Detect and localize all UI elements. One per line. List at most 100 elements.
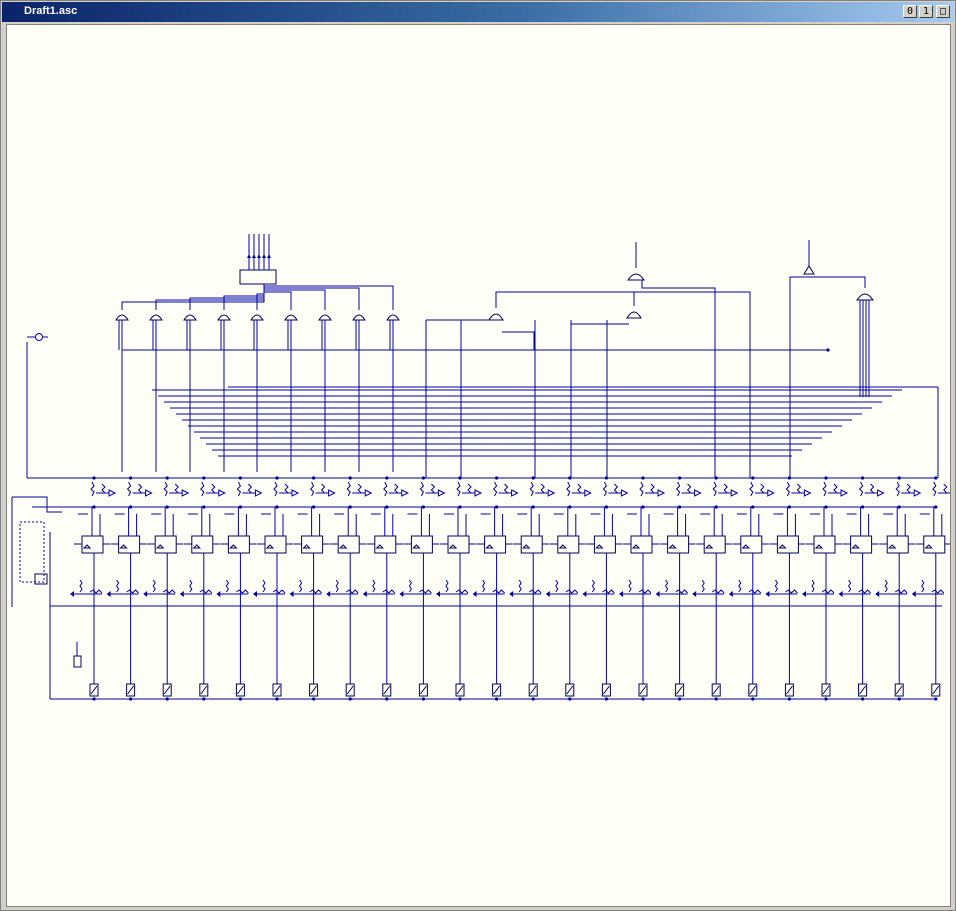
junction-dot <box>202 476 206 480</box>
junction-dot <box>165 505 169 509</box>
resistor <box>785 481 791 497</box>
resistor <box>372 579 376 593</box>
resistor <box>650 483 655 494</box>
resistor <box>236 589 249 594</box>
arrow-icon <box>70 591 74 597</box>
buffer-icon <box>657 489 666 497</box>
resistor <box>701 579 705 593</box>
arrow-icon <box>728 591 733 597</box>
junction-dot <box>165 476 169 480</box>
resistor <box>602 481 608 497</box>
resistor <box>555 579 559 593</box>
resistor <box>503 483 509 494</box>
resistor <box>262 579 266 593</box>
buffer-icon <box>694 489 702 497</box>
resistor <box>320 483 326 494</box>
clock-icon <box>887 544 897 549</box>
resistor <box>664 579 669 593</box>
arrow-icon <box>838 591 843 597</box>
resistor <box>430 483 436 494</box>
arrow-icon <box>362 591 367 597</box>
junction-dot <box>92 505 96 509</box>
flip-flop <box>191 535 214 554</box>
arrow-icon <box>472 591 477 597</box>
stage-3 <box>143 481 190 697</box>
resistor <box>346 481 351 497</box>
resistor <box>211 483 216 494</box>
maximize-button[interactable]: □ <box>936 5 950 18</box>
wire <box>121 284 265 310</box>
resistor <box>686 483 692 494</box>
schematic-canvas[interactable] <box>6 24 951 907</box>
junction-dot <box>934 505 938 509</box>
stage-15 <box>582 481 629 697</box>
flip-flop <box>227 535 250 554</box>
resistor <box>115 579 120 593</box>
resistor <box>932 481 937 497</box>
junction-dot <box>421 697 425 701</box>
stage-20 <box>765 481 812 697</box>
buffer-icon <box>767 489 775 497</box>
wire <box>127 685 134 695</box>
buffer-icon <box>620 489 629 497</box>
wire <box>789 276 866 478</box>
flip-flop <box>484 535 507 554</box>
schematic-drawing[interactable] <box>7 25 951 907</box>
resistor <box>455 589 469 594</box>
junction-dot <box>787 697 792 701</box>
resistor <box>236 481 242 497</box>
resistor <box>565 589 579 594</box>
wire <box>641 280 716 478</box>
buffer-icon <box>584 489 592 497</box>
junction-dot <box>826 348 830 352</box>
wire <box>529 685 537 695</box>
junction-dot <box>312 697 316 701</box>
clock-icon <box>595 544 604 549</box>
minimize-button[interactable]: 0 <box>903 5 917 18</box>
resistor <box>518 579 522 593</box>
junction-dot <box>568 697 572 701</box>
wire <box>200 685 208 695</box>
stage-22 <box>838 481 885 697</box>
clock-icon <box>704 544 714 549</box>
clock-icon <box>375 544 385 549</box>
stage-14 <box>545 481 592 697</box>
arrow-icon <box>143 591 148 597</box>
wire <box>189 284 265 310</box>
arrow-icon <box>326 591 331 597</box>
resistor <box>273 481 278 497</box>
wire <box>236 685 244 695</box>
junction-dot <box>824 697 828 701</box>
junction-dot <box>531 476 535 480</box>
or-gate-icon <box>115 314 129 321</box>
stage-16 <box>619 481 666 697</box>
resistor <box>748 589 762 594</box>
arrow-icon <box>267 254 271 258</box>
clock-icon <box>521 544 531 549</box>
title-bar[interactable]: Draft1.asc 0 1 □ <box>2 2 954 22</box>
resistor <box>906 483 911 494</box>
restore-button[interactable]: 1 <box>919 5 933 18</box>
junction-dot <box>897 476 901 480</box>
resistor <box>394 483 399 494</box>
junction-dot <box>641 505 645 509</box>
arrow-icon <box>802 591 806 597</box>
resistor <box>467 483 472 494</box>
flip-flop <box>301 535 324 554</box>
stage-10 <box>399 481 446 697</box>
wire <box>263 284 360 310</box>
resistor <box>101 483 106 494</box>
resistor <box>408 579 413 593</box>
junction-dot <box>275 697 279 701</box>
resistor <box>628 579 632 593</box>
clock-icon <box>155 544 165 549</box>
resistor <box>309 589 322 594</box>
buffer-icon <box>913 489 922 497</box>
junction-dot <box>458 697 462 701</box>
arrow-icon <box>289 591 294 597</box>
junction-dot <box>129 697 133 701</box>
resistor <box>931 589 945 594</box>
arrow-icon <box>253 591 257 597</box>
resistor <box>723 483 728 494</box>
clock-icon <box>741 544 751 549</box>
